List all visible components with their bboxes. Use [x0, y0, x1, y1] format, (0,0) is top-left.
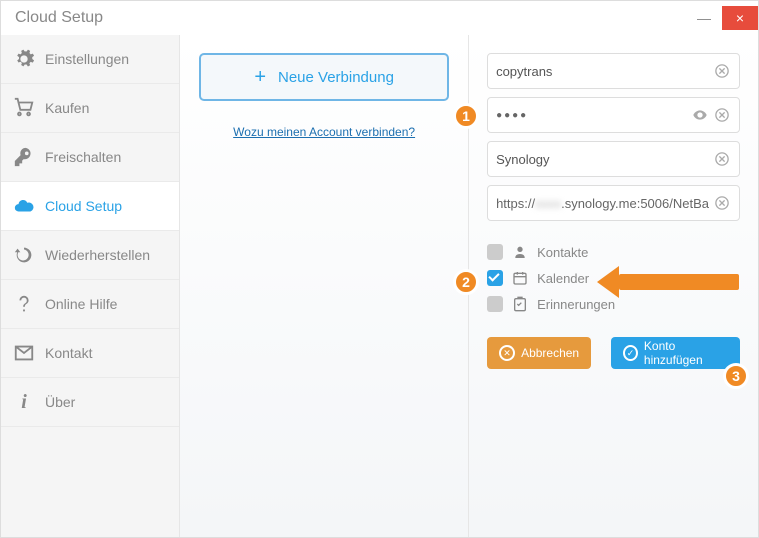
clear-icon[interactable] — [713, 62, 731, 80]
sidebar-item-cloud-setup[interactable]: Cloud Setup — [1, 182, 179, 231]
sidebar-item-online-hilfe[interactable]: Online Hilfe — [1, 280, 179, 329]
help-icon — [13, 293, 35, 315]
calendar-checkbox[interactable] — [487, 270, 503, 286]
sidebar-item-kontakt[interactable]: Kontakt — [1, 329, 179, 378]
sidebar-item-kaufen[interactable]: Kaufen — [1, 84, 179, 133]
account-name-input[interactable] — [496, 152, 709, 167]
sidebar-item-label: Wiederherstellen — [45, 247, 150, 263]
sidebar-item-label: Online Hilfe — [45, 296, 117, 312]
info-icon: i — [13, 391, 35, 413]
sidebar-item-freischalten[interactable]: Freischalten — [1, 133, 179, 182]
badge-1: 1 — [453, 103, 479, 129]
url-prefix: https:// — [496, 196, 535, 211]
window-minimize-button[interactable]: — — [686, 6, 722, 30]
badge-2: 2 — [453, 269, 479, 295]
account-name-field-wrapper — [487, 141, 740, 177]
sidebar-item-wiederherstellen[interactable]: Wiederherstellen — [1, 231, 179, 280]
url-field-wrapper: https:// xxxx .synology.me:5006/NetBa — [487, 185, 740, 221]
mail-icon — [13, 342, 35, 364]
cancel-label: Abbrechen — [521, 346, 579, 360]
sidebar-item-label: Kontakt — [45, 345, 92, 361]
username-field-wrapper — [487, 53, 740, 89]
person-icon — [511, 243, 529, 261]
cart-icon — [13, 97, 35, 119]
badge-3: 3 — [723, 363, 749, 389]
check-circle-icon: ✓ — [623, 345, 638, 361]
sidebar-item-label: Freischalten — [45, 149, 121, 165]
password-field-wrapper: ●●●● — [487, 97, 740, 133]
plus-icon: + — [254, 66, 266, 89]
sidebar-item-label: Kaufen — [45, 100, 89, 116]
new-connection-button[interactable]: + Neue Verbindung — [199, 53, 449, 101]
checklist-icon — [511, 295, 529, 313]
add-label: Konto hinzufügen — [644, 339, 728, 367]
contacts-label: Kontakte — [537, 245, 588, 260]
username-input[interactable] — [496, 64, 709, 79]
cloud-icon — [13, 195, 35, 217]
clear-icon[interactable] — [713, 194, 731, 212]
sidebar-item-label: Einstellungen — [45, 51, 129, 67]
cancel-circle-icon: ✕ — [499, 345, 515, 361]
new-connection-label: Neue Verbindung — [278, 69, 394, 86]
sidebar: Einstellungen Kaufen Freischalten Cloud … — [1, 35, 180, 537]
calendar-icon — [511, 269, 529, 287]
clear-icon[interactable] — [713, 150, 731, 168]
sidebar-item-ueber[interactable]: i Über — [1, 378, 179, 427]
page-title: Cloud Setup — [15, 9, 103, 27]
sidebar-item-label: Cloud Setup — [45, 198, 122, 214]
clear-icon[interactable] — [713, 106, 731, 124]
key-icon — [13, 146, 35, 168]
sync-row-contacts: Kontakte — [487, 239, 740, 265]
url-blurred: xxxx — [535, 196, 561, 211]
contacts-checkbox[interactable] — [487, 244, 503, 260]
password-input[interactable]: ●●●● — [496, 110, 687, 121]
window-close-button[interactable]: × — [722, 6, 758, 30]
calendar-label: Kalender — [537, 271, 589, 286]
sidebar-item-label: Über — [45, 394, 75, 410]
url-suffix: .synology.me:5006/NetBa — [561, 196, 709, 211]
add-account-button[interactable]: ✓ Konto hinzufügen — [611, 337, 740, 369]
restore-icon — [13, 244, 35, 266]
why-connect-link[interactable]: Wozu meinen Account verbinden? — [233, 125, 415, 139]
gear-icon — [13, 48, 35, 70]
cancel-button[interactable]: ✕ Abbrechen — [487, 337, 591, 369]
sidebar-item-einstellungen[interactable]: Einstellungen — [1, 35, 179, 84]
reminders-label: Erinnerungen — [537, 297, 615, 312]
eye-icon[interactable] — [691, 106, 709, 124]
reminders-checkbox[interactable] — [487, 296, 503, 312]
